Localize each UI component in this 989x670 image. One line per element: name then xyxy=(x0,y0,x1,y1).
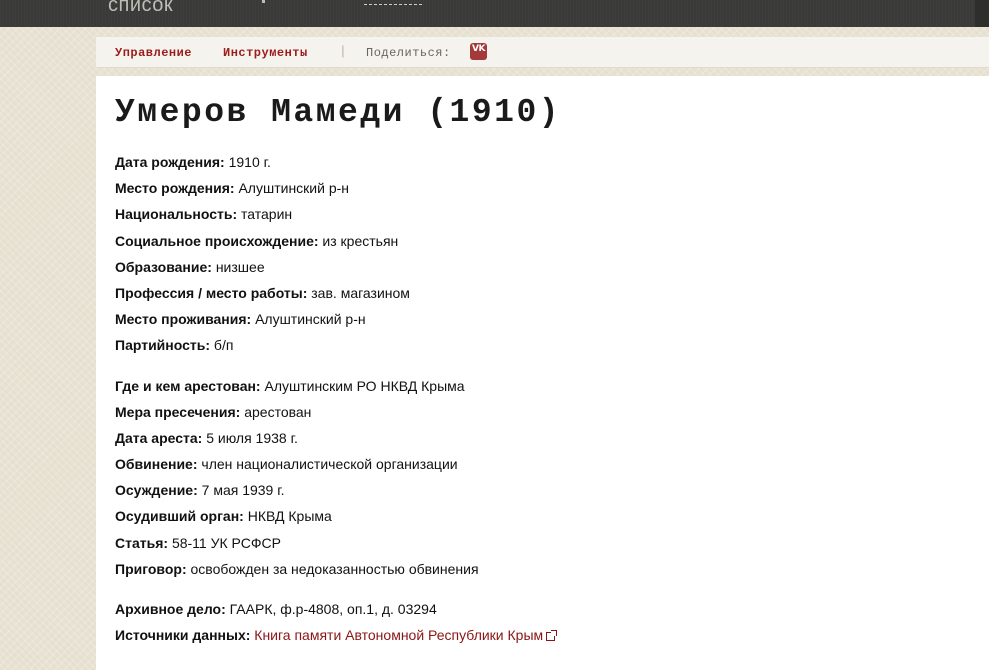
manage-link[interactable]: Управление xyxy=(115,46,192,60)
field-value: 58-11 УК РСФСР xyxy=(171,534,281,551)
field-label: Архивное дело: xyxy=(115,601,226,617)
actions-toolbar: Управление Инструменты | Поделиться: VK xyxy=(96,37,989,68)
share-label: Поделиться: xyxy=(366,46,451,60)
field-label: Источники данных: xyxy=(115,627,251,644)
field-value: Алуштинский р-н xyxy=(238,180,350,197)
tools-link[interactable]: Инструменты xyxy=(223,46,308,60)
field-row: Профессия / место работы: зав. магазином xyxy=(115,284,975,310)
field-row: Дата ареста: 5 июля 1938 г. xyxy=(115,429,975,455)
field-value: арестован xyxy=(244,403,312,420)
field-label: Статья: xyxy=(115,534,169,551)
field-value: освобожден за недоказанностью обвинения xyxy=(190,560,479,577)
field-row: Партийность: б/п xyxy=(115,336,975,362)
field-label: Национальность: xyxy=(115,206,238,223)
field-label: Дата ареста: xyxy=(115,429,203,446)
field-row: Приговор: освобожден за недоказанностью … xyxy=(115,560,975,586)
toolbar-separator: | xyxy=(339,44,347,59)
field-row: Обвинение: член националистической орган… xyxy=(115,455,975,481)
menu-dot xyxy=(262,0,265,3)
field-label: Обвинение: xyxy=(115,456,198,473)
field-value: 5 июля 1938 г. xyxy=(206,429,298,446)
field-row: Место проживания: Алуштинский р-н xyxy=(115,310,975,336)
field-value: НКВД Крыма xyxy=(247,508,332,525)
field-value: татарин xyxy=(241,206,293,223)
field-value: зав. магазином xyxy=(311,284,410,301)
field-label: Осудивший орган: xyxy=(115,508,244,525)
field-row: Дата рождения: 1910 г. xyxy=(115,153,975,179)
field-row: Образование: низшее xyxy=(115,258,975,284)
field-row: Осудивший орган: НКВД Крыма xyxy=(115,507,975,533)
field-label: Партийность: xyxy=(115,337,211,354)
field-row: Мера пресечения: арестован xyxy=(115,403,975,429)
field-row: Национальность: татарин xyxy=(115,205,975,231)
field-row: Статья: 58-11 УК РСФСР xyxy=(115,534,975,560)
vk-icon-glyph: VK xyxy=(472,44,485,54)
record-card: Умеров Мамеди (1910) Дата рождения: 1910… xyxy=(96,76,989,670)
source-link[interactable]: Книга памяти Автономной Республики Крым xyxy=(254,627,543,643)
field-row: Где и кем арестован: Алуштинским РО НКВД… xyxy=(115,377,975,403)
record-fields: Дата рождения: 1910 г. Место рождения: А… xyxy=(115,153,975,652)
field-value: член националистической организации xyxy=(201,456,458,473)
field-label: Дата рождения: xyxy=(115,154,225,170)
field-label: Мера пресечения: xyxy=(115,403,241,420)
field-label: Приговор: xyxy=(115,560,187,577)
field-row: Осуждение: 7 мая 1939 г. xyxy=(115,481,975,507)
dashed-link[interactable] xyxy=(364,0,422,5)
field-label: Профессия / место работы: xyxy=(115,284,308,301)
field-value: 1910 г. xyxy=(228,154,271,170)
field-value: Алуштинским РО НКВД Крыма xyxy=(264,377,465,394)
field-row: Источники данных: Книга памяти Автономно… xyxy=(115,626,975,652)
field-row: Архивное дело: ГААРК, ф.р-4808, оп.1, д.… xyxy=(115,600,975,626)
field-label: Социальное происхождение: xyxy=(115,232,319,249)
field-value: ГААРК, ф.р-4808, оп.1, д. 03294 xyxy=(229,601,437,617)
field-value: Алуштинский р-н xyxy=(255,311,366,328)
top-bar: список xyxy=(0,0,989,27)
page-title: Умеров Мамеди (1910) xyxy=(115,94,562,131)
field-value: б/п xyxy=(213,337,234,354)
field-value: из крестьян xyxy=(322,232,399,249)
field-row: Место рождения: Алуштинский р-н xyxy=(115,179,975,205)
field-label: Где и кем арестован: xyxy=(115,377,261,394)
field-value: 7 мая 1939 г. xyxy=(201,482,285,499)
scrollbar-edge xyxy=(975,0,989,27)
site-name[interactable]: список xyxy=(108,0,173,17)
field-label: Место проживания: xyxy=(115,311,252,328)
field-value: низшее xyxy=(215,258,265,275)
field-label: Осуждение: xyxy=(115,482,198,499)
field-row: Социальное происхождение: из крестьян xyxy=(115,232,975,258)
external-link-icon[interactable] xyxy=(546,630,558,642)
field-label: Образование: xyxy=(115,258,212,275)
field-label: Место рождения: xyxy=(115,180,235,197)
vk-share-icon[interactable]: VK xyxy=(470,43,487,60)
